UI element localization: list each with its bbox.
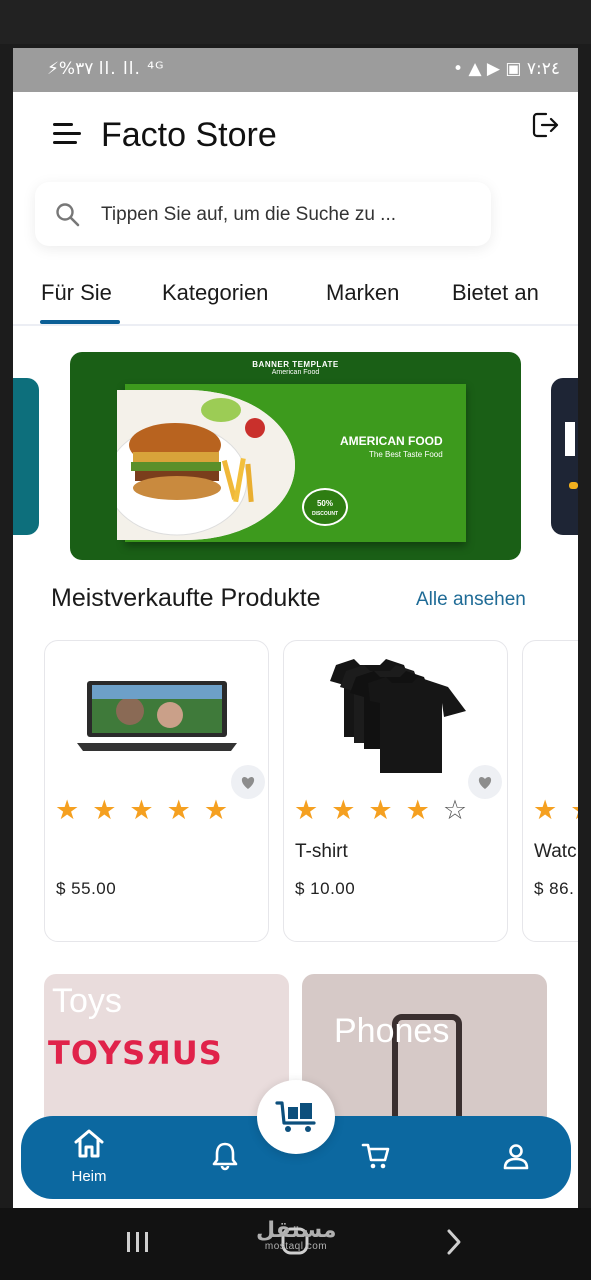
product-card[interactable]: ★★★★★ $ 55.00	[44, 640, 269, 942]
category-tile-phones[interactable]: Phones	[302, 974, 547, 1134]
tab-marken[interactable]: Marken	[326, 280, 399, 306]
favorite-heart-icon[interactable]	[468, 765, 502, 799]
discount-label: DISCOUNT	[311, 511, 339, 517]
app-bar: Facto Store	[13, 92, 578, 180]
logout-icon[interactable]	[530, 110, 560, 140]
search-input[interactable]: Tippen Sie auf, um die Suche zu ...	[35, 182, 491, 246]
nav-notifications[interactable]	[195, 1126, 255, 1190]
watermark-sub: mostaql.com	[264, 1241, 328, 1252]
banner-previous[interactable]	[13, 378, 39, 535]
product-price: $ 86.	[534, 879, 575, 898]
banner-header-subtitle: American Food	[271, 369, 320, 376]
window-top-bar	[0, 0, 591, 44]
recent-apps-icon[interactable]	[125, 1230, 151, 1254]
category-tile-toys[interactable]: Toys TOYSЯUS	[44, 974, 289, 1134]
nav-cart[interactable]	[346, 1126, 406, 1190]
phone-screen: ⚡%٣٧ ll. ll. ⁴ᴳ • ▲ ▶ ▣ ٧:٢٤ Facto Store…	[13, 48, 578, 1208]
product-name: Watc	[534, 841, 577, 862]
favorite-heart-icon[interactable]	[231, 765, 265, 799]
cart-icon	[361, 1143, 390, 1169]
product-card[interactable]: ★★★★☆ T-shirt $ 10.00	[283, 640, 508, 942]
app-title: Facto Store	[101, 116, 277, 154]
tshirt-image	[284, 641, 507, 781]
watermark: مستقل mostaql.com	[256, 1217, 336, 1252]
see-all-link[interactable]: Alle ansehen	[416, 589, 526, 611]
tab-kategorien[interactable]: Kategorien	[162, 280, 268, 306]
category-label: Toys	[52, 982, 122, 1020]
banner-header: BANNER TEMPLATE American Food	[70, 360, 521, 376]
tab-fuer-sie[interactable]: Für Sie	[41, 280, 112, 306]
banner-next[interactable]	[551, 378, 578, 535]
rating-stars: ★★★★★	[55, 795, 242, 826]
banner-american-food[interactable]: BANNER TEMPLATE American Food 50% DISCOU…	[70, 352, 521, 560]
banner-card: 50% DISCOUNT AMERICAN FOOD The Best Tast…	[117, 384, 466, 542]
toysrus-logo: TOYSЯUS	[48, 1034, 223, 1072]
banner-copy: AMERICAN FOOD The Best Taste Food	[340, 434, 443, 459]
status-bar: ⚡%٣٧ ll. ll. ⁴ᴳ • ▲ ▶ ▣ ٧:٢٤	[13, 48, 578, 92]
product-card[interactable]: ★★ Watc $ 86.	[522, 640, 578, 942]
discount-percent: 50%	[316, 499, 333, 508]
product-price: $ 10.00	[295, 879, 356, 898]
nav-profile[interactable]	[486, 1126, 546, 1190]
screen: ⚡%٣٧ ll. ll. ⁴ᴳ • ▲ ▶ ▣ ٧:٢٤ Facto Store…	[0, 0, 591, 1280]
product-price: $ 55.00	[56, 879, 117, 898]
nav-home[interactable]: Heim	[59, 1126, 119, 1190]
tab-indicator	[40, 320, 120, 324]
banner-header-title: BANNER TEMPLATE	[252, 360, 339, 369]
banner-next-letter	[565, 422, 575, 456]
rating-stars: ★★	[533, 795, 578, 826]
delivery-fab[interactable]	[257, 1080, 335, 1154]
laptop-image	[45, 641, 268, 781]
tab-bietet-an[interactable]: Bietet an	[452, 280, 539, 306]
banner-next-dot	[569, 482, 578, 489]
category-label: Phones	[334, 1012, 450, 1050]
user-icon	[503, 1144, 529, 1170]
discount-badge: 50% DISCOUNT	[302, 488, 348, 526]
back-chevron-icon[interactable]	[444, 1228, 464, 1256]
burger-image	[117, 390, 295, 540]
menu-icon[interactable]	[53, 123, 81, 147]
nav-home-label: Heim	[71, 1168, 107, 1185]
category-tabs: Für Sie Kategorien Marken Bietet an	[13, 270, 578, 326]
rating-stars: ★★★★☆	[294, 795, 481, 826]
section-title-best-sellers: Meistverkaufte Produkte	[51, 584, 321, 612]
watermark-main: مستقل	[256, 1217, 337, 1242]
banner-carousel[interactable]: BANNER TEMPLATE American Food 50% DISCOU…	[13, 348, 578, 563]
search-placeholder: Tippen Sie auf, um die Suche zu ...	[101, 204, 397, 225]
banner-headline: AMERICAN FOOD	[340, 434, 443, 448]
banner-tagline: The Best Taste Food	[369, 450, 443, 459]
search-icon	[56, 203, 80, 227]
status-left: ⚡%٣٧ ll. ll. ⁴ᴳ	[47, 59, 165, 79]
bell-icon	[212, 1142, 238, 1171]
home-icon	[74, 1129, 104, 1158]
delivery-icon	[275, 1101, 316, 1132]
product-name: T-shirt	[295, 841, 348, 862]
status-right: • ▲ ▶ ▣ ٧:٢٤	[453, 59, 560, 79]
